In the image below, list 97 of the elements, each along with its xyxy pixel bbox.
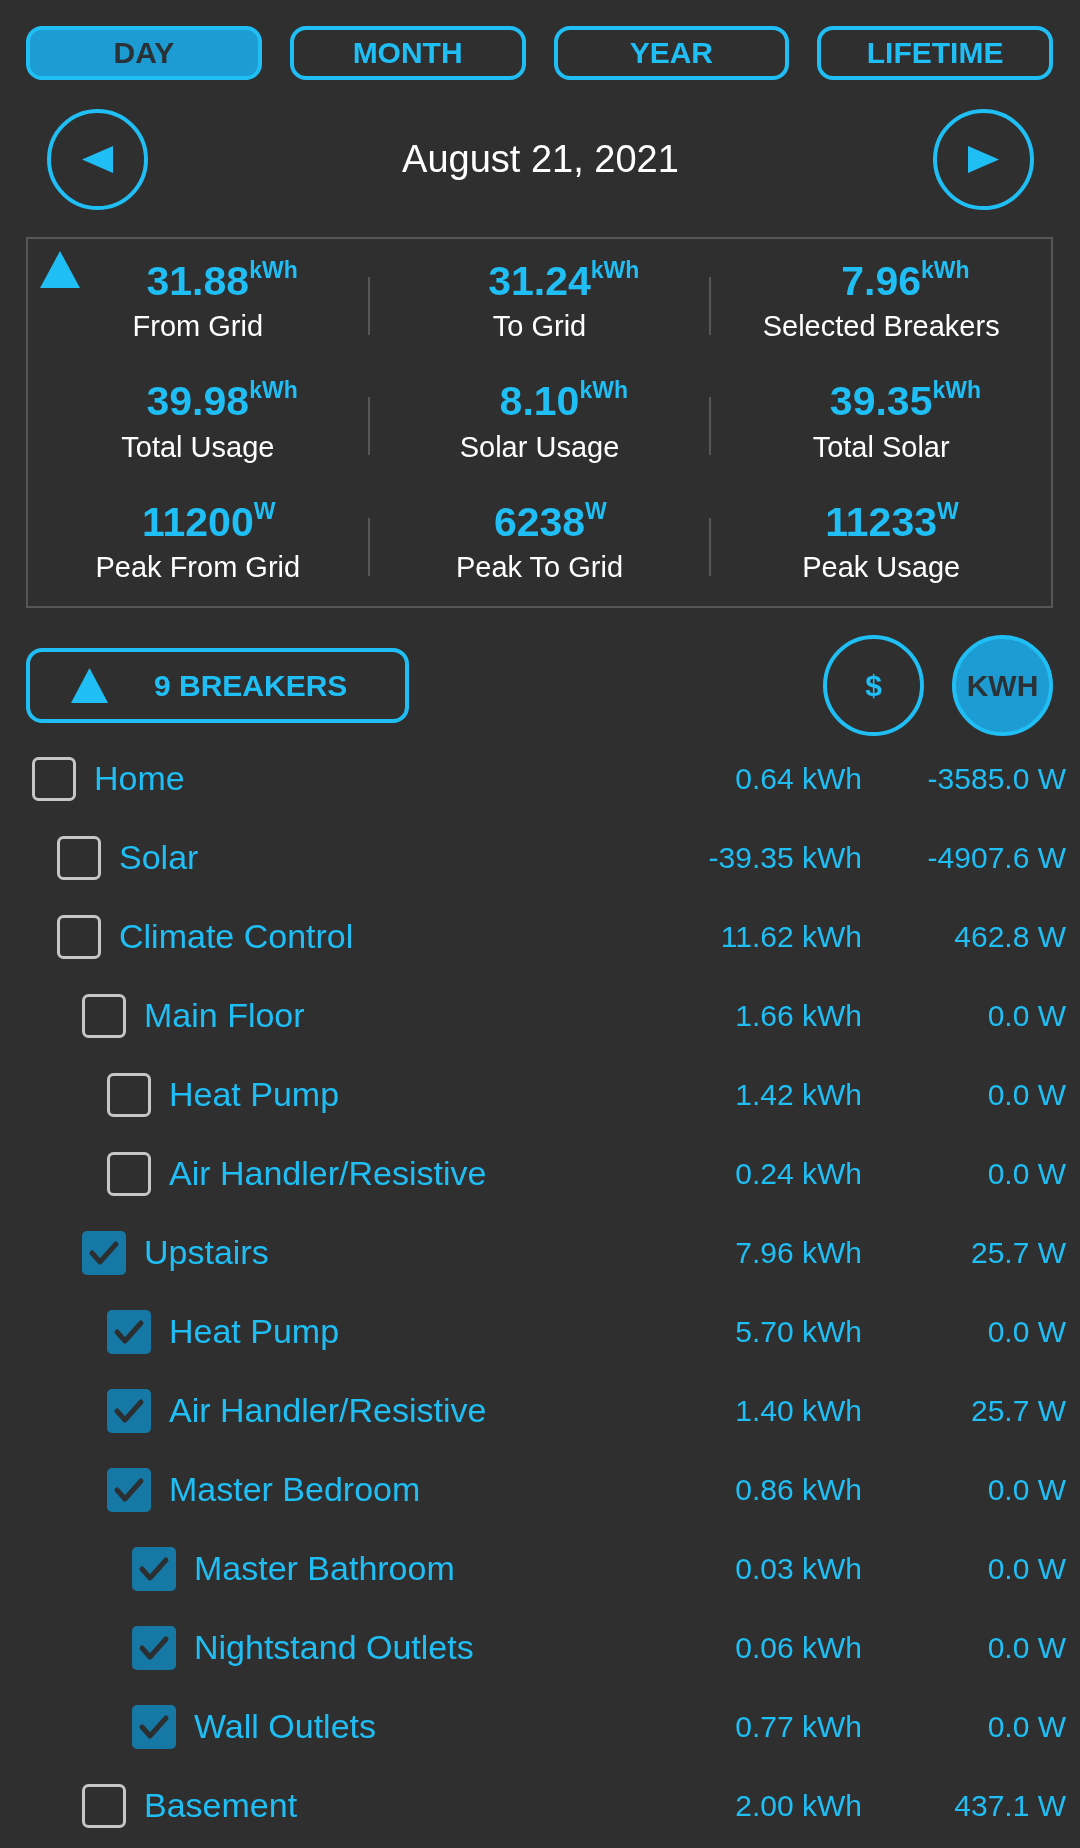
period-tab[interactable]: LIFETIME [817, 26, 1053, 80]
checkbox[interactable] [132, 1625, 176, 1670]
breaker-name: Basement [144, 1786, 299, 1825]
breaker-name: Wall Outlets [194, 1707, 377, 1746]
next-button[interactable] [933, 109, 1034, 210]
breaker-name: Upstairs [144, 1233, 270, 1272]
power-reading: 462.8 W [953, 919, 1066, 954]
energy-reading: 1.66 kWh [735, 998, 862, 1033]
stat-unit: W [937, 499, 959, 523]
breaker-name: Heat Pump [169, 1075, 341, 1114]
stat-unit: kWh [249, 379, 298, 403]
power-reading: 437.1 W [953, 1788, 1066, 1823]
checkbox[interactable] [132, 1546, 176, 1591]
date-label: August 21, 2021 [402, 138, 679, 181]
checkbox[interactable] [132, 1704, 176, 1749]
energy-reading: 7.96 kWh [735, 1235, 862, 1270]
stat-label: Peak To Grid [455, 550, 624, 584]
previous-button[interactable] [47, 109, 148, 210]
breaker-name: Air Handler/Resistive [169, 1154, 488, 1193]
energy-reading: -39.35 kWh [708, 840, 862, 875]
unit-button[interactable]: KWH [952, 635, 1053, 736]
stat-value: 31.24 [488, 259, 591, 305]
period-tab[interactable]: MONTH [289, 26, 526, 80]
checkbox[interactable] [107, 1151, 151, 1196]
checkbox[interactable] [57, 914, 101, 959]
power-reading: 0.0 W [986, 1709, 1066, 1744]
power-reading: 25.7 W [969, 1393, 1066, 1428]
stat-label: Total Solar [812, 430, 950, 464]
energy-reading: 11.62 kWh [720, 919, 862, 954]
breakers-button[interactable]: 9 BREAKERS [26, 648, 409, 723]
left-triangle-icon [82, 146, 113, 173]
energy-reading: 1.42 kWh [735, 1077, 862, 1112]
breaker-name: Main Floor [144, 996, 306, 1035]
stat-value: 39.98 [146, 379, 250, 425]
stat-label: Selected Breakers [762, 310, 1000, 344]
energy-reading: 2.00 kWh [735, 1788, 862, 1823]
power-reading: 0.0 W [986, 1472, 1066, 1507]
checkbox[interactable] [107, 1309, 151, 1354]
checkbox[interactable] [107, 1072, 151, 1117]
checkbox[interactable] [57, 835, 101, 880]
energy-reading: 5.70 kWh [735, 1314, 862, 1349]
checkbox[interactable] [82, 1783, 126, 1828]
stat-label: Peak From Grid [95, 550, 301, 584]
stat-value: 11233 [825, 499, 938, 545]
stat-unit: W [585, 499, 607, 523]
stat-label: Peak Usage [802, 550, 961, 584]
breaker-name: Nightstand Outlets [194, 1628, 475, 1667]
stat-value: 39.35 [829, 379, 933, 425]
stat-value: 11200 [141, 499, 254, 545]
stat-label: Solar Usage [459, 430, 620, 464]
energy-reading: 1.40 kWh [735, 1393, 862, 1428]
power-reading: -3585.0 W [926, 761, 1066, 796]
stat-unit: kWh [579, 379, 628, 403]
breaker-name: Climate Control [119, 917, 355, 956]
stat-label: From Grid [132, 310, 264, 344]
power-reading: 0.0 W [986, 1551, 1066, 1586]
energy-reading: 0.64 kWh [735, 761, 862, 796]
power-reading: -4907.6 W [926, 840, 1066, 875]
stat-unit: kWh [932, 379, 981, 403]
power-reading: 0.0 W [986, 998, 1066, 1033]
energy-reading: 0.06 kWh [735, 1630, 862, 1665]
energy-reading: 0.24 kWh [735, 1156, 862, 1191]
checkbox[interactable] [82, 993, 126, 1038]
breaker-name: Master Bathroom [194, 1549, 456, 1588]
power-reading: 0.0 W [986, 1156, 1066, 1191]
breaker-name: Master Bedroom [169, 1470, 422, 1509]
up-triangle-icon[interactable] [40, 251, 80, 288]
breaker-name: Home [94, 759, 186, 798]
stat-unit: W [253, 499, 276, 523]
power-reading: 0.0 W [986, 1314, 1066, 1349]
stat-value: 31.88 [146, 259, 250, 305]
stat-value: 7.96 [841, 259, 922, 305]
right-triangle-icon [968, 146, 999, 173]
stat-unit: kWh [249, 259, 298, 283]
stat-label: To Grid [492, 310, 587, 344]
checkbox[interactable] [32, 756, 76, 801]
stat-label: Total Usage [121, 430, 275, 464]
stat-unit: kWh [590, 259, 640, 283]
energy-reading: 0.77 kWh [735, 1709, 862, 1744]
breaker-name: Solar [119, 838, 200, 877]
stat-value: 6238 [493, 499, 586, 545]
checkbox[interactable] [82, 1230, 126, 1275]
unit-button[interactable]: $ [823, 635, 924, 736]
breaker-name: Heat Pump [169, 1312, 341, 1351]
power-reading: 25.7 W [969, 1235, 1066, 1270]
breaker-name: Air Handler/Resistive [169, 1391, 488, 1430]
up-triangle-icon [71, 668, 108, 703]
power-reading: 0.0 W [986, 1630, 1066, 1665]
stat-value: 8.10 [499, 379, 580, 425]
energy-reading: 0.03 kWh [735, 1551, 862, 1586]
stat-unit: kWh [921, 259, 970, 283]
energy-reading: 0.86 kWh [735, 1472, 862, 1507]
checkbox[interactable] [107, 1467, 151, 1512]
power-reading: 0.0 W [986, 1077, 1066, 1112]
period-tab[interactable]: DAY [26, 26, 262, 80]
checkbox[interactable] [107, 1388, 151, 1433]
period-tab[interactable]: YEAR [553, 26, 790, 80]
